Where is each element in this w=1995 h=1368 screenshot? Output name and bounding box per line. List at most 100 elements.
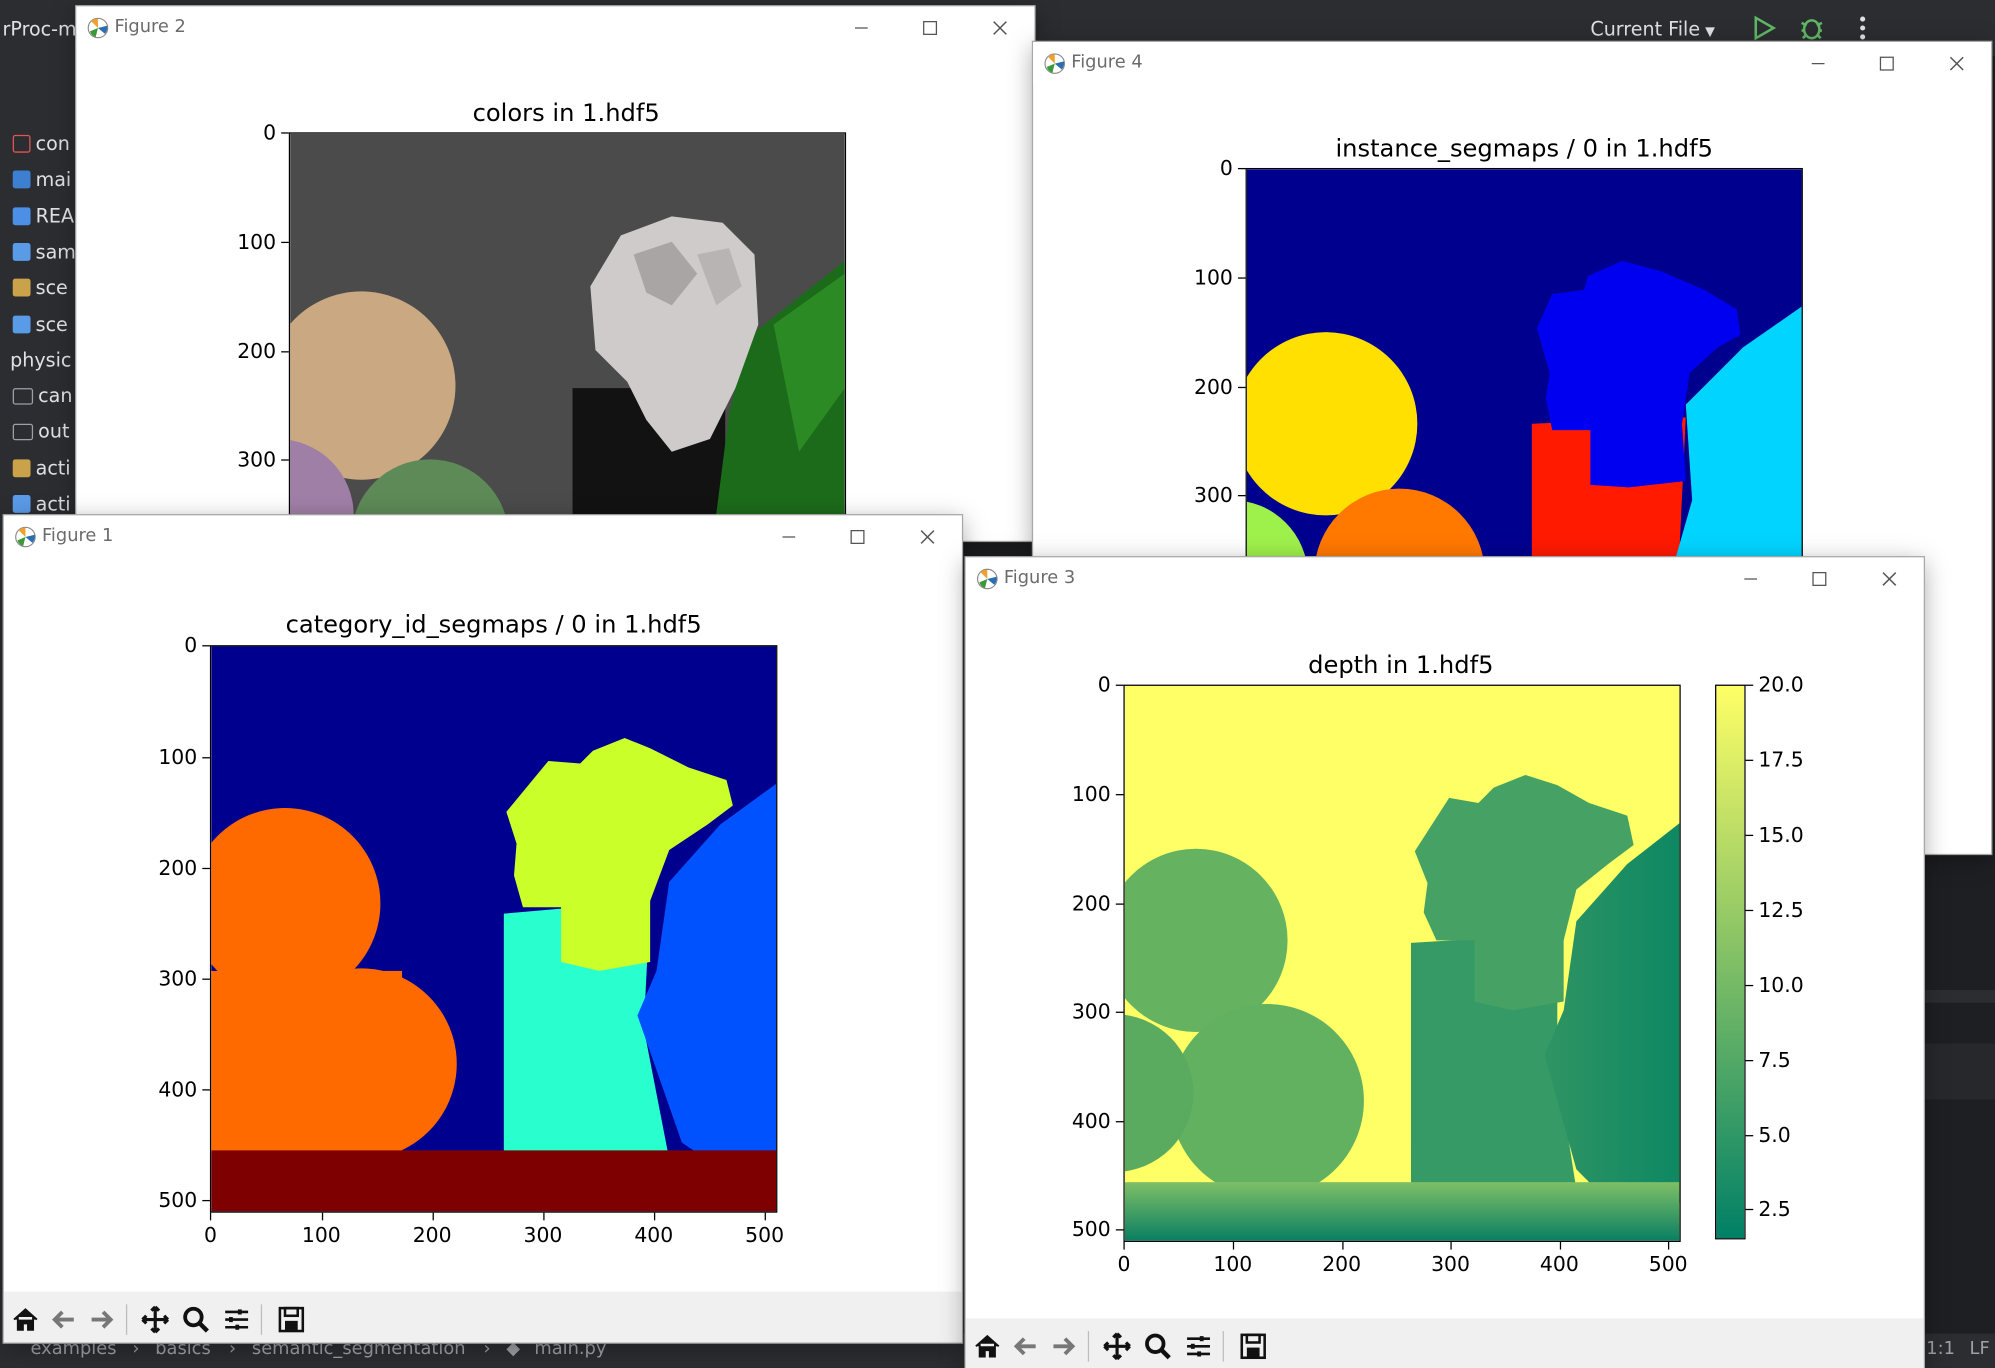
y-tick-mark <box>202 978 210 980</box>
configure-subplots-button[interactable] <box>218 1302 256 1338</box>
window-title: Figure 1 <box>41 525 114 546</box>
project-item-label: acti <box>35 492 71 516</box>
pan-icon <box>1103 1332 1131 1361</box>
x-tick-label: 400 <box>634 1222 674 1248</box>
project-item[interactable]: sam <box>12 238 76 266</box>
zoom-icon <box>183 1306 209 1333</box>
close-button[interactable] <box>981 11 1019 44</box>
zoom-button[interactable] <box>177 1302 215 1338</box>
forward-arrow-button[interactable] <box>83 1302 121 1338</box>
pan-button[interactable] <box>136 1302 174 1338</box>
configure-subplots-icon <box>1187 1336 1210 1357</box>
y-tick-label: 400 <box>1071 1108 1111 1133</box>
plot-title: category_id_segmaps / 0 in 1.hdf5 <box>285 610 702 639</box>
depth-axes[interactable] <box>1123 684 1681 1242</box>
project-item[interactable]: out <box>12 418 69 446</box>
caret-position[interactable]: 1:1 <box>1926 1339 1955 1359</box>
matplotlib-app-icon <box>15 526 36 548</box>
y-tick-label: 400 <box>158 1076 198 1102</box>
maximize-button[interactable] <box>838 520 876 553</box>
project-item[interactable]: acti <box>12 454 71 482</box>
project-item[interactable]: con <box>12 130 70 158</box>
y-tick-mark <box>202 1199 210 1202</box>
project-item[interactable]: mai <box>12 166 71 194</box>
x-tick-mark <box>1450 1241 1452 1250</box>
window-title: Figure 3 <box>1003 567 1076 588</box>
image-axes[interactable] <box>288 132 847 541</box>
close-button[interactable] <box>1938 47 1976 80</box>
home-button[interactable] <box>968 1328 1006 1364</box>
configure-subplots-button[interactable] <box>1179 1328 1217 1364</box>
project-item[interactable]: acti <box>12 490 71 518</box>
zoom-button[interactable] <box>1139 1328 1177 1364</box>
y-tick-label: 100 <box>237 229 277 254</box>
window-titlebar[interactable]: Figure 4 <box>1033 41 1992 86</box>
home-icon <box>13 1308 38 1331</box>
colorbar-tick-mark <box>1745 1209 1754 1211</box>
maximize-button[interactable] <box>1800 562 1838 595</box>
figure-3-window[interactable]: Figure 3 depth in 1.hdf5 0 100 200 300 4… <box>965 557 1924 1368</box>
maximize-button[interactable] <box>911 11 949 44</box>
window-titlebar[interactable]: Figure 2 <box>76 6 1035 50</box>
window-titlebar[interactable]: Figure 3 <box>965 557 1924 601</box>
project-item[interactable]: REA <box>12 202 74 230</box>
more-options-icon[interactable] <box>1847 13 1878 44</box>
project-item[interactable]: physic <box>0 346 71 374</box>
close-button[interactable] <box>1870 562 1908 595</box>
save-icon <box>1240 1333 1266 1360</box>
y-tick-label: 300 <box>237 447 277 472</box>
back-arrow-button[interactable] <box>45 1302 83 1338</box>
window-titlebar[interactable]: Figure 1 <box>3 515 962 559</box>
image-axes[interactable] <box>209 645 778 1213</box>
x-tick-mark <box>764 1212 766 1221</box>
home-button[interactable] <box>6 1302 44 1338</box>
y-tick-label: 300 <box>1193 482 1233 508</box>
colorbar-tick-label: 10.0 <box>1758 972 1804 997</box>
window-title: Figure 4 <box>1071 52 1143 73</box>
pan-button[interactable] <box>1098 1328 1136 1364</box>
debug-icon[interactable] <box>1796 13 1827 44</box>
run-icon[interactable] <box>1748 13 1779 44</box>
colorbar-tick-mark <box>1745 684 1754 686</box>
save-button[interactable] <box>1234 1328 1272 1364</box>
save-button[interactable] <box>272 1302 310 1338</box>
maximize-button[interactable] <box>1868 47 1906 80</box>
y-tick-label: 100 <box>1071 781 1111 807</box>
y-tick-label: 300 <box>158 966 198 991</box>
back-arrow-icon <box>52 1310 74 1329</box>
forward-arrow-button[interactable] <box>1045 1328 1083 1364</box>
rendered-scene-image <box>290 133 845 541</box>
y-tick-label: 200 <box>158 855 198 880</box>
blend-file-icon <box>12 458 31 477</box>
line-separator[interactable]: LF <box>1970 1339 1990 1359</box>
home-icon <box>975 1334 1000 1358</box>
close-button[interactable] <box>908 520 946 553</box>
figure-1-window[interactable]: Figure 1 category_id_segmaps / 0 in 1.hd… <box>3 515 962 1343</box>
folder-icon <box>0 353 5 367</box>
minimize-button[interactable] <box>770 520 808 553</box>
colorbar-tick-mark <box>1745 834 1754 836</box>
minimize-button[interactable] <box>1799 47 1837 80</box>
y-tick-label: 0 <box>184 633 198 658</box>
x-tick-label: 300 <box>1431 1252 1470 1277</box>
minimize-button[interactable] <box>1732 562 1770 595</box>
x-tick-label: 100 <box>301 1222 341 1248</box>
run-config-dropdown[interactable]: Current File ▼ <box>1590 18 1715 41</box>
project-item[interactable]: can <box>12 382 72 410</box>
colorbar <box>1715 684 1746 1240</box>
minimize-button[interactable] <box>842 11 880 44</box>
project-item[interactable]: sce <box>12 274 68 302</box>
back-arrow-button[interactable] <box>1006 1328 1044 1364</box>
figure-2-window[interactable]: Figure 2 colors in 1.hdf5 0 100 200 300 <box>76 6 1035 541</box>
project-item[interactable]: sce <box>12 310 68 338</box>
y-tick-mark <box>1237 386 1246 388</box>
y-tick-label: 300 <box>1071 999 1111 1024</box>
x-tick-mark <box>1341 1241 1343 1250</box>
x-tick-mark <box>542 1212 545 1221</box>
colorbar-tick-mark <box>1745 909 1754 911</box>
pan-icon <box>141 1305 170 1334</box>
y-tick-mark <box>202 1089 210 1091</box>
x-tick-label: 200 <box>1322 1252 1362 1277</box>
project-item-label: acti <box>35 456 71 480</box>
y-tick-mark <box>281 459 289 461</box>
